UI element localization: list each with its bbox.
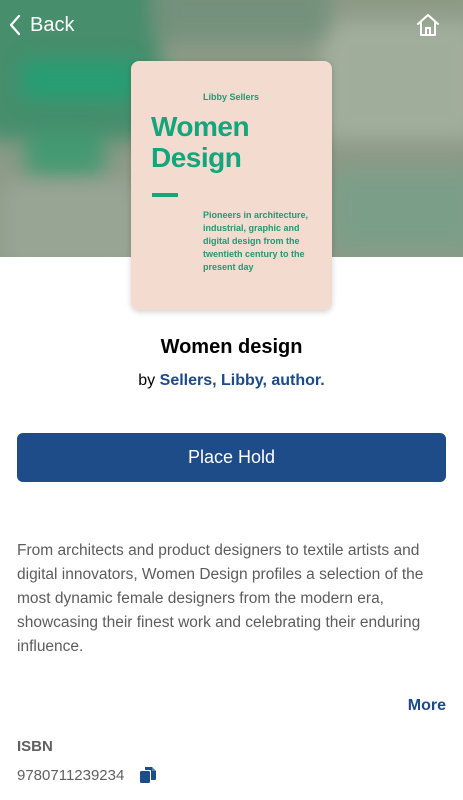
cover-title: Women Design xyxy=(151,111,250,173)
book-detail-page: Back Libby Sellers Women Design Pioneers… xyxy=(0,0,463,800)
cover-dash xyxy=(152,193,178,197)
cover-title-line2: Design xyxy=(151,142,242,173)
chevron-left-icon xyxy=(9,14,21,36)
cover-title-line1: Women xyxy=(151,111,250,142)
isbn-row: 9780711239234 xyxy=(17,765,158,785)
byline: by Sellers, Libby, author. xyxy=(0,372,463,390)
cover-author: Libby Sellers xyxy=(203,92,260,102)
author-link[interactable]: Sellers, Libby, author. xyxy=(160,372,325,389)
back-button[interactable]: Back xyxy=(8,10,74,40)
top-bar: Back xyxy=(0,0,463,50)
more-link[interactable]: More xyxy=(408,697,446,715)
book-description: From architects and product designers to… xyxy=(17,542,424,655)
isbn-value: 9780711239234 xyxy=(17,766,125,784)
book-title: Women design xyxy=(160,336,303,358)
copy-icon[interactable] xyxy=(138,765,158,785)
place-hold-button[interactable]: Place Hold xyxy=(17,433,446,482)
cover-subtitle: Pioneers in architecture, industrial, gr… xyxy=(203,210,309,272)
book-cover: Libby Sellers Women Design Pioneers in a… xyxy=(131,61,332,310)
by-prefix: by xyxy=(138,372,156,389)
back-label: Back xyxy=(30,13,75,36)
home-icon[interactable] xyxy=(415,12,441,38)
isbn-label: ISBN xyxy=(17,738,53,755)
